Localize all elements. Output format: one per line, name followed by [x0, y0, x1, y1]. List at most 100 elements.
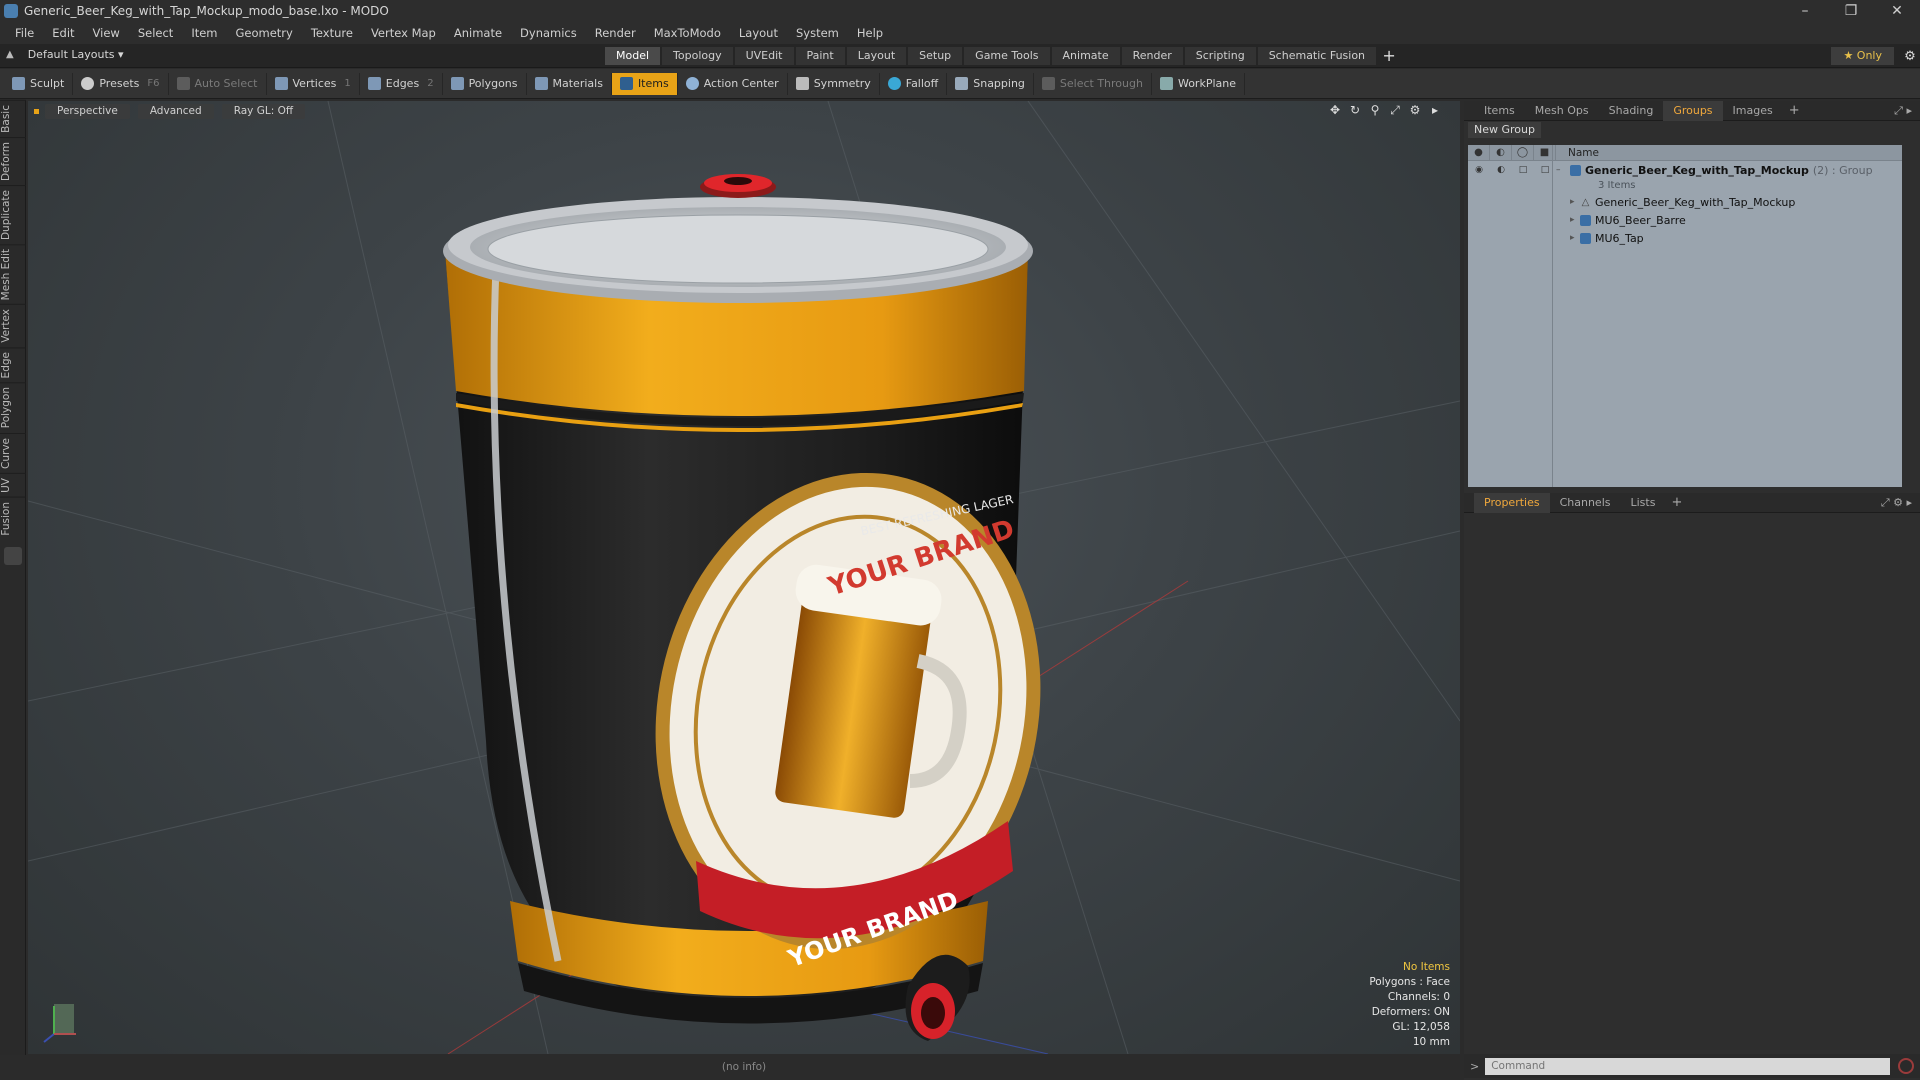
tab-fusion[interactable]: Fusion	[0, 496, 26, 540]
render-column-icon[interactable]: ◐	[1490, 144, 1512, 161]
add-tab-button[interactable]: +	[1783, 103, 1806, 118]
lock-toggle-icon[interactable]: □	[1512, 161, 1534, 179]
auto-select-button[interactable]: Auto Select	[169, 72, 267, 95]
tab-layout[interactable]: Layout	[846, 47, 907, 65]
menu-layout[interactable]: Layout	[730, 26, 787, 40]
menu-maxtomodo[interactable]: MaxToModo	[645, 26, 730, 40]
menu-vertex-map[interactable]: Vertex Map	[362, 26, 445, 40]
zoom-icon[interactable]: ⚲	[1368, 103, 1382, 117]
visibility-column-icon[interactable]: ●	[1468, 144, 1490, 161]
beer-keg-model[interactable]	[443, 174, 1084, 1041]
tab-lists[interactable]: Lists	[1621, 493, 1666, 513]
symmetry-button[interactable]: Symmetry	[788, 72, 880, 95]
viewport-settings-icon[interactable]: ⚙	[1408, 103, 1422, 117]
menu-geometry[interactable]: Geometry	[227, 26, 302, 40]
tab-animate[interactable]: Animate	[1051, 47, 1120, 65]
select-through-button[interactable]: Select Through	[1034, 72, 1152, 95]
items-button[interactable]: Items	[611, 72, 678, 95]
menu-item[interactable]: Item	[182, 26, 226, 40]
only-toggle-button[interactable]: ★ Only	[1831, 47, 1894, 65]
menu-view[interactable]: View	[84, 26, 129, 40]
tab-polygon[interactable]: Polygon	[0, 382, 26, 433]
tab-topology[interactable]: Topology	[662, 47, 733, 65]
3d-viewport[interactable]: YOUR BRAND YOUR BRAND BEST REFRESHING LA…	[28, 101, 1460, 1054]
tab-items[interactable]: Items	[1474, 101, 1525, 121]
tab-curve[interactable]: Curve	[0, 432, 26, 473]
layout-toggle-icon[interactable]: ▲	[6, 49, 14, 60]
tab-vertex[interactable]: Vertex	[0, 304, 26, 347]
strip-expand-button[interactable]	[3, 547, 22, 566]
properties-expand-icon[interactable]: ⤢ ⚙ ▸	[1881, 496, 1920, 510]
stop-icon[interactable]	[1898, 1058, 1915, 1074]
eye-icon[interactable]: ◉	[1468, 161, 1490, 179]
polygons-button[interactable]: Polygons	[443, 72, 527, 95]
tab-basic[interactable]: Basic	[0, 100, 26, 137]
menu-texture[interactable]: Texture	[302, 26, 362, 40]
panel-expand-icon[interactable]: ⤢ ▸	[1894, 104, 1920, 118]
list-item[interactable]: ▸ MU6_Beer_Barre	[1468, 211, 1902, 229]
tab-properties[interactable]: Properties	[1474, 492, 1550, 513]
render-toggle-icon[interactable]: ◐	[1490, 161, 1512, 179]
menu-system[interactable]: System	[787, 26, 848, 40]
orbit-icon[interactable]: ↻	[1348, 103, 1362, 117]
menu-dynamics[interactable]: Dynamics	[511, 26, 586, 40]
viewport-menu-dot[interactable]	[34, 108, 39, 114]
action-center-button[interactable]: Action Center	[678, 72, 788, 95]
view-type-dropdown[interactable]: Perspective	[45, 103, 130, 119]
collapse-arrow-icon[interactable]: –	[1556, 165, 1570, 175]
new-group-button[interactable]: New Group	[1468, 122, 1541, 138]
default-layouts-dropdown[interactable]: Default Layouts ▾	[28, 48, 124, 61]
tab-setup[interactable]: Setup	[908, 47, 963, 65]
snapping-button[interactable]: Snapping	[947, 72, 1034, 95]
menu-animate[interactable]: Animate	[445, 26, 511, 40]
expand-arrow-icon[interactable]: ▸	[1570, 215, 1580, 225]
add-layout-tab-button[interactable]: +	[1378, 47, 1400, 65]
tab-render[interactable]: Render	[1121, 47, 1183, 65]
materials-button[interactable]: Materials	[527, 72, 612, 95]
expand-arrow-icon[interactable]: ▸	[1570, 197, 1580, 207]
command-input[interactable]	[1485, 1057, 1891, 1075]
sculpt-button[interactable]: Sculpt	[4, 72, 74, 95]
menu-render[interactable]: Render	[586, 26, 645, 40]
menu-file[interactable]: File	[6, 26, 43, 40]
select-toggle-icon[interactable]: □	[1534, 161, 1556, 179]
gear-icon[interactable]: ⚙	[1900, 49, 1920, 64]
viewport-expand-icon[interactable]: ▸	[1428, 103, 1442, 117]
command-history-icon[interactable]: >	[1464, 1060, 1485, 1073]
tab-paint[interactable]: Paint	[795, 47, 845, 65]
restore-icon[interactable]: ❐	[1828, 0, 1874, 22]
close-icon[interactable]: ✕	[1874, 0, 1920, 22]
presets-button[interactable]: Presets F6	[73, 72, 169, 95]
tab-model[interactable]: Model	[605, 47, 661, 65]
menu-select[interactable]: Select	[129, 26, 182, 40]
tab-uvedit[interactable]: UVEdit	[734, 47, 794, 65]
workplane-button[interactable]: WorkPlane	[1152, 72, 1245, 95]
list-item[interactable]: ▸ MU6_Tap	[1468, 229, 1902, 247]
tab-game-tools[interactable]: Game Tools	[964, 47, 1050, 65]
add-properties-tab-button[interactable]: +	[1665, 495, 1688, 510]
tab-edge[interactable]: Edge	[0, 346, 26, 383]
group-row[interactable]: ◉ ◐ □ □ – Generic_Beer_Keg_with_Tap_Mock…	[1468, 161, 1902, 179]
shading-mode-dropdown[interactable]: Advanced	[137, 103, 214, 119]
pan-icon[interactable]: ✥	[1328, 103, 1342, 117]
tab-uv[interactable]: UV	[0, 472, 26, 497]
fit-view-icon[interactable]: ⤢	[1388, 103, 1402, 117]
minimize-icon[interactable]: –	[1782, 0, 1828, 22]
menu-help[interactable]: Help	[848, 26, 892, 40]
tab-images[interactable]: Images	[1723, 101, 1783, 121]
vertices-button[interactable]: Vertices 1	[267, 72, 360, 95]
tab-mesh-ops[interactable]: Mesh Ops	[1525, 101, 1599, 121]
tab-scripting[interactable]: Scripting	[1184, 47, 1256, 65]
falloff-button[interactable]: Falloff	[880, 72, 948, 95]
tab-mesh-edit[interactable]: Mesh Edit	[0, 243, 26, 305]
lock-column-icon[interactable]: ◯	[1512, 144, 1534, 161]
groups-outliner[interactable]: ● ◐ ◯ ■ Name ◉ ◐ □ □ – Generic_Beer_Keg_…	[1468, 144, 1902, 487]
expand-arrow-icon[interactable]: ▸	[1570, 233, 1580, 243]
list-item[interactable]: ▸ △ Generic_Beer_Keg_with_Tap_Mockup	[1468, 193, 1902, 211]
edges-button[interactable]: Edges 2	[360, 72, 443, 95]
tab-schematic-fusion[interactable]: Schematic Fusion	[1257, 47, 1377, 65]
tab-duplicate[interactable]: Duplicate	[0, 184, 26, 244]
menu-edit[interactable]: Edit	[43, 26, 83, 40]
tab-channels[interactable]: Channels	[1550, 493, 1621, 513]
tab-groups[interactable]: Groups	[1663, 100, 1723, 121]
